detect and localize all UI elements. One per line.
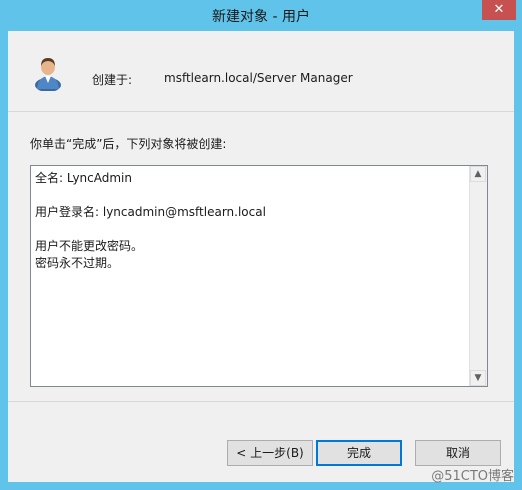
summary-text: 全名: LyncAdmin 用户登录名: lyncadmin@msftlearn… — [35, 170, 465, 272]
summary-textbox[interactable]: 全名: LyncAdmin 用户登录名: lyncadmin@msftlearn… — [30, 165, 488, 387]
user-icon — [35, 58, 61, 91]
dialog-window: 新建对象 - 用户 ✕ 创建于: msftlearn.local/Server … — [0, 0, 522, 490]
title-bar: 新建对象 - 用户 ✕ — [0, 0, 522, 30]
finish-button[interactable]: 完成 — [316, 440, 402, 466]
window-title: 新建对象 - 用户 — [212, 9, 310, 25]
summary-line-blank — [35, 187, 465, 204]
summary-line-blank — [35, 221, 465, 238]
summary-line-cannot-change-password: 用户不能更改密码。 — [35, 239, 144, 253]
scroll-down-icon[interactable]: ▼ — [470, 370, 486, 386]
summary-line-full-name: 全名: LyncAdmin — [35, 171, 132, 185]
created-in-label: 创建于: — [92, 73, 133, 87]
button-separator — [8, 401, 514, 402]
intro-text: 你单击“完成”后，下列对象将被创建: — [30, 137, 227, 151]
vertical-scrollbar[interactable]: ▲ ▼ — [469, 166, 487, 386]
back-button[interactable]: < 上一步(B) — [227, 440, 313, 466]
dialog-client-area: 创建于: msftlearn.local/Server Manager 你单击“… — [8, 31, 514, 482]
watermark: @51CTO博客 — [431, 469, 514, 484]
scroll-up-icon[interactable]: ▲ — [470, 166, 486, 182]
created-in-value: msftlearn.local/Server Manager — [164, 71, 353, 85]
summary-line-password-never-expires: 密码永不过期。 — [35, 256, 120, 270]
cancel-button[interactable]: 取消 — [415, 440, 501, 466]
header-area: 创建于: msftlearn.local/Server Manager — [8, 31, 514, 112]
close-button[interactable]: ✕ — [482, 0, 516, 20]
summary-line-logon-name: 用户登录名: lyncadmin@msftlearn.local — [35, 205, 266, 219]
